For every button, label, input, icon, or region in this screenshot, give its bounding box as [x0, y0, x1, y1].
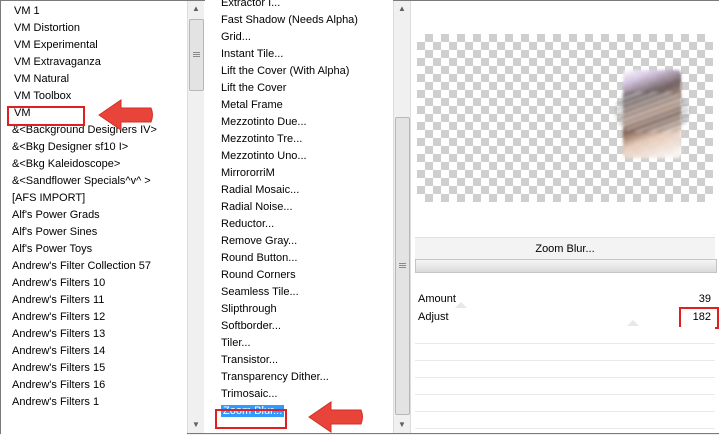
filter-item[interactable]: Grid...: [205, 29, 393, 46]
filter-item-label: Trimosaic...: [221, 388, 278, 400]
filter-item-label: Softborder...: [221, 320, 281, 332]
filter-item-label: Slipthrough: [221, 303, 277, 315]
filter-item[interactable]: Mezzotinto Uno...: [205, 148, 393, 165]
category-item[interactable]: Andrew's Filters 11: [1, 292, 187, 309]
filter-item-label: Tiler...: [221, 337, 251, 349]
param-label: Adjust: [418, 311, 449, 323]
filter-item-label: Lift the Cover (With Alpha): [221, 65, 350, 77]
filter-item-label: Fast Shadow (Needs Alpha): [221, 14, 358, 26]
category-scrollbar[interactable]: ▲ ▼: [187, 1, 204, 433]
pointer-arrow-icon: [308, 401, 363, 433]
effect-progress-bar: [415, 259, 717, 273]
filter-scrollbar[interactable]: ▲ ▼: [393, 1, 410, 433]
filter-item-label: Mezzotinto Due...: [221, 116, 307, 128]
scroll-up-icon[interactable]: ▲: [188, 1, 204, 17]
category-item[interactable]: Alf's Power Toys: [1, 241, 187, 258]
category-item[interactable]: VM Toolbox: [1, 88, 187, 105]
param-rows-empty: [415, 327, 715, 431]
category-item[interactable]: Andrew's Filters 16: [1, 377, 187, 394]
filter-item[interactable]: MirrororriM: [205, 165, 393, 182]
filter-item-label: Seamless Tile...: [221, 286, 299, 298]
effect-panel: Zoom Blur... Amount 39 Adjust 182: [410, 1, 719, 433]
category-item[interactable]: Andrew's Filters 14: [1, 343, 187, 360]
filter-item-label: Remove Gray...: [221, 235, 298, 247]
filter-item-label: Lift the Cover: [221, 82, 287, 94]
filter-item[interactable]: Round Corners: [205, 267, 393, 284]
filter-item[interactable]: Seamless Tile...: [205, 284, 393, 301]
scroll-up-icon[interactable]: ▲: [394, 1, 410, 17]
filter-dialog: VM 1 VM Distortion VM Experimental VM Extra…: [0, 0, 719, 435]
preview-canvas: [417, 34, 713, 202]
scroll-down-icon[interactable]: ▼: [394, 417, 410, 433]
filter-item-label: Mezzotinto Tre...: [221, 133, 303, 145]
category-highlight-box: [7, 106, 85, 126]
filter-item[interactable]: Round Button...: [205, 250, 393, 267]
category-item[interactable]: VM 1: [1, 3, 187, 20]
category-item[interactable]: &<Bkg Designer sf10 I>: [1, 139, 187, 156]
category-item[interactable]: Andrew's Filters 15: [1, 360, 187, 377]
category-scroll-thumb[interactable]: [189, 19, 204, 91]
param-label: Amount: [418, 293, 456, 305]
category-item[interactable]: VM Extravaganza: [1, 54, 187, 71]
filter-item-label: Round Corners: [221, 269, 296, 281]
category-item[interactable]: &<Bkg Kaleidoscope>: [1, 156, 187, 173]
filter-item[interactable]: Slipthrough: [205, 301, 393, 318]
filter-item[interactable]: Instant Tile...: [205, 46, 393, 63]
filter-item-label: Grid...: [221, 31, 251, 43]
adjust-highlight-box: [679, 307, 719, 329]
filter-item[interactable]: Remove Gray...: [205, 233, 393, 250]
slider-marker-icon: [455, 302, 467, 308]
filter-item[interactable]: Tiler...: [205, 335, 393, 352]
filter-item[interactable]: Fast Shadow (Needs Alpha): [205, 12, 393, 29]
filter-item-label: Reductor...: [221, 218, 275, 230]
filter-item-label: Transparency Dither...: [221, 371, 329, 383]
filter-item[interactable]: Extractor I...: [205, 0, 393, 12]
filter-item-label: Extractor I...: [221, 0, 281, 9]
category-item[interactable]: Andrew's Filters 12: [1, 309, 187, 326]
category-item[interactable]: Alf's Power Grads: [1, 207, 187, 224]
filter-item[interactable]: Reductor...: [205, 216, 393, 233]
category-item[interactable]: &<Sandflower Specials^v^ >: [1, 173, 187, 190]
filter-scroll-thumb[interactable]: [395, 117, 410, 415]
filter-item[interactable]: Radial Noise...: [205, 199, 393, 216]
filter-item-label: Instant Tile...: [221, 48, 284, 60]
filter-item-label: Mezzotinto Uno...: [221, 150, 307, 162]
category-item[interactable]: Andrew's Filters 1: [1, 394, 187, 411]
filter-item-label: Round Button...: [221, 252, 298, 264]
category-list[interactable]: VM 1 VM Distortion VM Experimental VM Extra…: [1, 1, 187, 435]
filter-item[interactable]: Softborder...: [205, 318, 393, 335]
filter-item[interactable]: Mezzotinto Due...: [205, 114, 393, 131]
category-item[interactable]: Andrew's Filters 10: [1, 275, 187, 292]
zoom-blur-streaks: [615, 92, 689, 132]
filter-item[interactable]: Lift the Cover (With Alpha): [205, 63, 393, 80]
category-item[interactable]: VM Natural: [1, 71, 187, 88]
param-adjust[interactable]: Adjust 182: [415, 309, 715, 326]
filter-item-label: Transistor...: [221, 354, 279, 366]
param-value[interactable]: 39: [699, 291, 711, 308]
filter-item[interactable]: Metal Frame: [205, 97, 393, 114]
filter-item[interactable]: Transparency Dither...: [205, 369, 393, 386]
filter-item-label: Radial Noise...: [221, 201, 293, 213]
category-item[interactable]: Andrew's Filters 13: [1, 326, 187, 343]
param-amount[interactable]: Amount 39: [415, 291, 715, 308]
filter-highlight-box: [215, 409, 287, 429]
filter-list[interactable]: Extractor I... Fast Shadow (Needs Alpha) G…: [205, 0, 393, 427]
category-item[interactable]: VM Distortion: [1, 20, 187, 37]
filter-item[interactable]: Transistor...: [205, 352, 393, 369]
filter-item[interactable]: Radial Mosaic...: [205, 182, 393, 199]
filter-item-label: Radial Mosaic...: [221, 184, 300, 196]
pointer-arrow-icon: [98, 99, 153, 131]
category-item[interactable]: [AFS IMPORT]: [1, 190, 187, 207]
filter-item[interactable]: Mezzotinto Tre...: [205, 131, 393, 148]
slider-marker-icon: [627, 320, 639, 326]
filter-item-label: Metal Frame: [221, 99, 283, 111]
effect-name-button[interactable]: Zoom Blur...: [415, 237, 715, 260]
category-item[interactable]: VM Experimental: [1, 37, 187, 54]
filter-item[interactable]: Lift the Cover: [205, 80, 393, 97]
category-item[interactable]: Andrew's Filter Collection 57: [1, 258, 187, 275]
category-item[interactable]: Alf's Power Sines: [1, 224, 187, 241]
filter-item-label: MirrororriM: [221, 167, 275, 179]
scroll-down-icon[interactable]: ▼: [188, 417, 204, 433]
